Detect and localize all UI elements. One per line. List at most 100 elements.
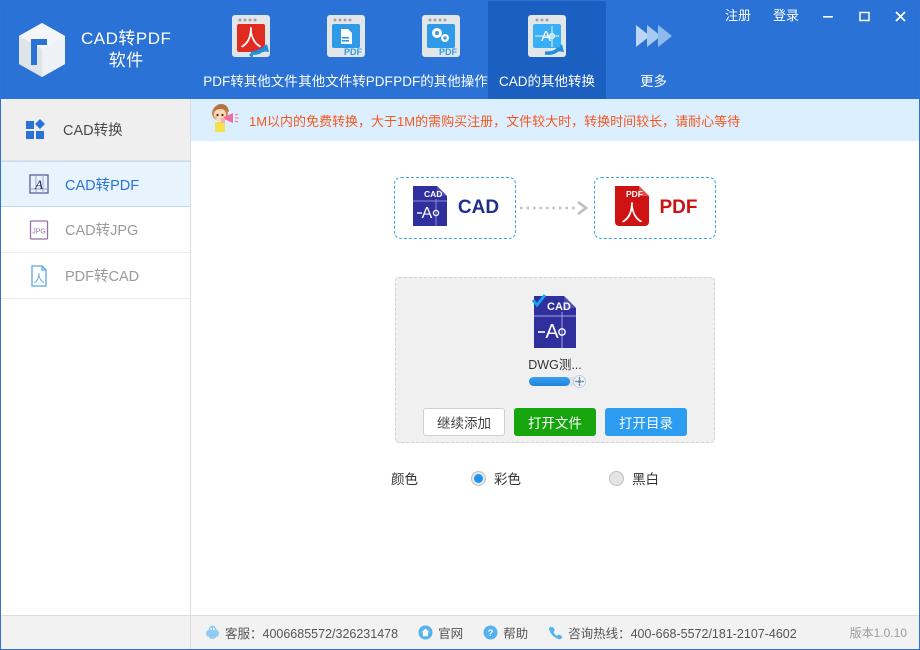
svg-text:?: ?	[488, 628, 494, 639]
main-body: CAD转换 A CAD转PDF JPG CAD转JPG 人 PDF转CAD 1M…	[1, 99, 919, 615]
nav-tab-pdf-to-other[interactable]: 人 PDF转其他文件	[203, 1, 298, 99]
cad-conversion-icon: A	[521, 11, 573, 63]
home-icon	[418, 625, 433, 640]
footer-help[interactable]: ? 帮助	[483, 623, 528, 642]
pdf-to-other-icon: 人	[225, 11, 277, 63]
svg-text:CAD: CAD	[424, 189, 442, 199]
sidebar-header-label: CAD转换	[63, 123, 123, 139]
minimize-button[interactable]	[810, 1, 846, 31]
nav-tab-label: PDF转其他文件	[203, 74, 298, 89]
spinner-icon[interactable]	[573, 375, 586, 388]
radio-color[interactable]: 彩色	[471, 468, 521, 488]
file-item[interactable]: CAD A DWG测...	[509, 294, 601, 388]
status-bar-content: 客服：4006685572/326231478 官网 ? 帮助 咨询热线：400…	[191, 616, 919, 649]
nav-tab-other-to-pdf[interactable]: PDF 其他文件转PDF	[298, 1, 393, 99]
svg-text:人: 人	[34, 272, 45, 285]
flow-source-label: CAD	[457, 197, 500, 218]
svg-text:PDF: PDF	[626, 189, 643, 199]
app-logo-icon	[13, 19, 71, 81]
cad-file-icon: A	[27, 172, 51, 196]
sidebar: CAD转换 A CAD转PDF JPG CAD转JPG 人 PDF转CAD	[1, 99, 191, 615]
question-icon: ?	[483, 625, 498, 640]
maximize-button[interactable]	[846, 1, 882, 31]
action-buttons: 继续添加 打开文件 打开目录	[423, 408, 687, 436]
svg-text:PDF: PDF	[439, 47, 458, 57]
continue-add-button[interactable]: 继续添加	[423, 408, 505, 436]
nav-tab-label: CAD的其他转换	[498, 74, 595, 89]
other-to-pdf-icon: PDF	[320, 11, 372, 63]
phone-icon	[548, 625, 563, 640]
close-icon	[895, 10, 906, 22]
pdf-operations-icon: PDF	[415, 11, 467, 63]
pdf-file-icon: 人	[27, 264, 51, 288]
svg-text:人: 人	[620, 201, 642, 226]
svg-text:A: A	[34, 177, 43, 192]
svg-text:A: A	[545, 321, 559, 343]
footer-customer-service[interactable]: 客服：4006685572/326231478	[205, 623, 398, 642]
open-folder-button[interactable]: 打开目录	[605, 408, 687, 436]
app-title-line2: 软件	[108, 51, 144, 70]
nav-tab-label: PDF的其他操作	[393, 74, 488, 89]
window-controls: 注册 登录	[714, 1, 919, 31]
svg-text:PDF: PDF	[344, 47, 363, 57]
radio-color-label: 彩色	[494, 472, 521, 487]
notice-text: 1M以内的免费转换，大于1M的需购买注册，文件较大时，转换时间较长，请耐心等待	[249, 113, 741, 129]
more-arrows-icon	[628, 11, 680, 63]
main-content: 1M以内的免费转换，大于1M的需购买注册，文件较大时，转换时间较长，请耐心等待 …	[191, 99, 919, 615]
color-options: 颜色 彩色 黑白	[191, 468, 919, 488]
status-bar: 客服：4006685572/326231478 官网 ? 帮助 咨询热线：400…	[1, 615, 919, 649]
app-title: CAD转PDF 软件	[81, 28, 171, 72]
notice-bar: 1M以内的免费转换，大于1M的需购买注册，文件较大时，转换时间较长，请耐心等待	[191, 99, 919, 141]
app-brand: CAD转PDF 软件	[1, 1, 191, 99]
file-progress-bar	[529, 375, 586, 388]
sidebar-item-cad-to-pdf[interactable]: A CAD转PDF	[1, 161, 190, 207]
register-button[interactable]: 注册	[714, 1, 762, 31]
footer-version: 版本1.0.10	[849, 626, 907, 640]
conversion-panel: CAD A CAD PDF 人 PDF CAD A DWG测... 继续添加 打…	[191, 141, 919, 615]
open-file-button[interactable]: 打开文件	[514, 408, 596, 436]
svg-text:A: A	[422, 205, 433, 222]
maximize-icon	[859, 11, 870, 22]
sidebar-item-label: CAD转JPG	[65, 223, 139, 239]
nav-tab-cad-conversion[interactable]: A CAD的其他转换	[488, 1, 606, 99]
qq-penguin-icon	[205, 625, 220, 640]
file-name-label: DWG测...	[528, 358, 582, 372]
svg-text:CAD: CAD	[547, 301, 571, 313]
sidebar-item-pdf-to-cad[interactable]: 人 PDF转CAD	[1, 253, 190, 299]
login-button[interactable]: 登录	[762, 1, 810, 31]
app-title-line1: CAD转PDF	[81, 29, 172, 48]
jpg-file-icon: JPG	[27, 218, 51, 242]
grid-squares-icon	[25, 118, 49, 142]
close-button[interactable]	[882, 1, 919, 31]
file-drop-area[interactable]: CAD A DWG测... 继续添加 打开文件 打开目录	[395, 277, 715, 443]
title-bar: CAD转PDF 软件 人 PDF转其他文件 PDF 其他文件转PDF PDF P…	[1, 1, 919, 99]
radio-blackwhite-label: 黑白	[632, 472, 659, 487]
sidebar-header-cad-conversion: CAD转换	[1, 99, 190, 161]
flow-source-cad: CAD A CAD	[394, 177, 516, 239]
pdf-file-icon: PDF 人	[613, 185, 651, 232]
sidebar-item-label: CAD转PDF	[65, 177, 140, 194]
nav-tab-pdf-operations[interactable]: PDF PDF的其他操作	[393, 1, 488, 99]
dotted-arrow-right-icon	[516, 200, 594, 216]
minimize-icon	[823, 16, 833, 18]
color-options-label: 颜色	[391, 472, 418, 487]
svg-text:JPG: JPG	[32, 228, 46, 235]
flow-target-pdf: PDF 人 PDF	[594, 177, 716, 239]
nav-tab-label: 其他文件转PDF	[298, 74, 393, 89]
conversion-flow: CAD A CAD PDF 人 PDF	[191, 177, 919, 239]
nav-tab-more[interactable]: 更多	[606, 1, 701, 99]
radio-color-dot	[471, 470, 486, 486]
cad-file-checked-icon: CAD A	[531, 294, 579, 350]
flow-target-label: PDF	[659, 197, 698, 218]
footer-hotline-text: 咨询热线：400-668-5572/181-2107-4602	[568, 627, 797, 641]
footer-customer-service-text: 客服：4006685572/326231478	[225, 627, 399, 641]
status-bar-left-pad	[1, 616, 191, 649]
main-nav: 人 PDF转其他文件 PDF 其他文件转PDF PDF PDF的其他操作 A C…	[203, 1, 701, 99]
file-progress-fill	[529, 377, 570, 386]
footer-hotline[interactable]: 咨询热线：400-668-5572/181-2107-4602	[548, 623, 797, 642]
sidebar-item-cad-to-jpg[interactable]: JPG CAD转JPG	[1, 207, 190, 253]
cad-file-icon: CAD A	[411, 185, 449, 232]
svg-text:人: 人	[239, 26, 261, 51]
radio-blackwhite[interactable]: 黑白	[609, 468, 659, 488]
footer-website[interactable]: 官网	[418, 623, 463, 642]
